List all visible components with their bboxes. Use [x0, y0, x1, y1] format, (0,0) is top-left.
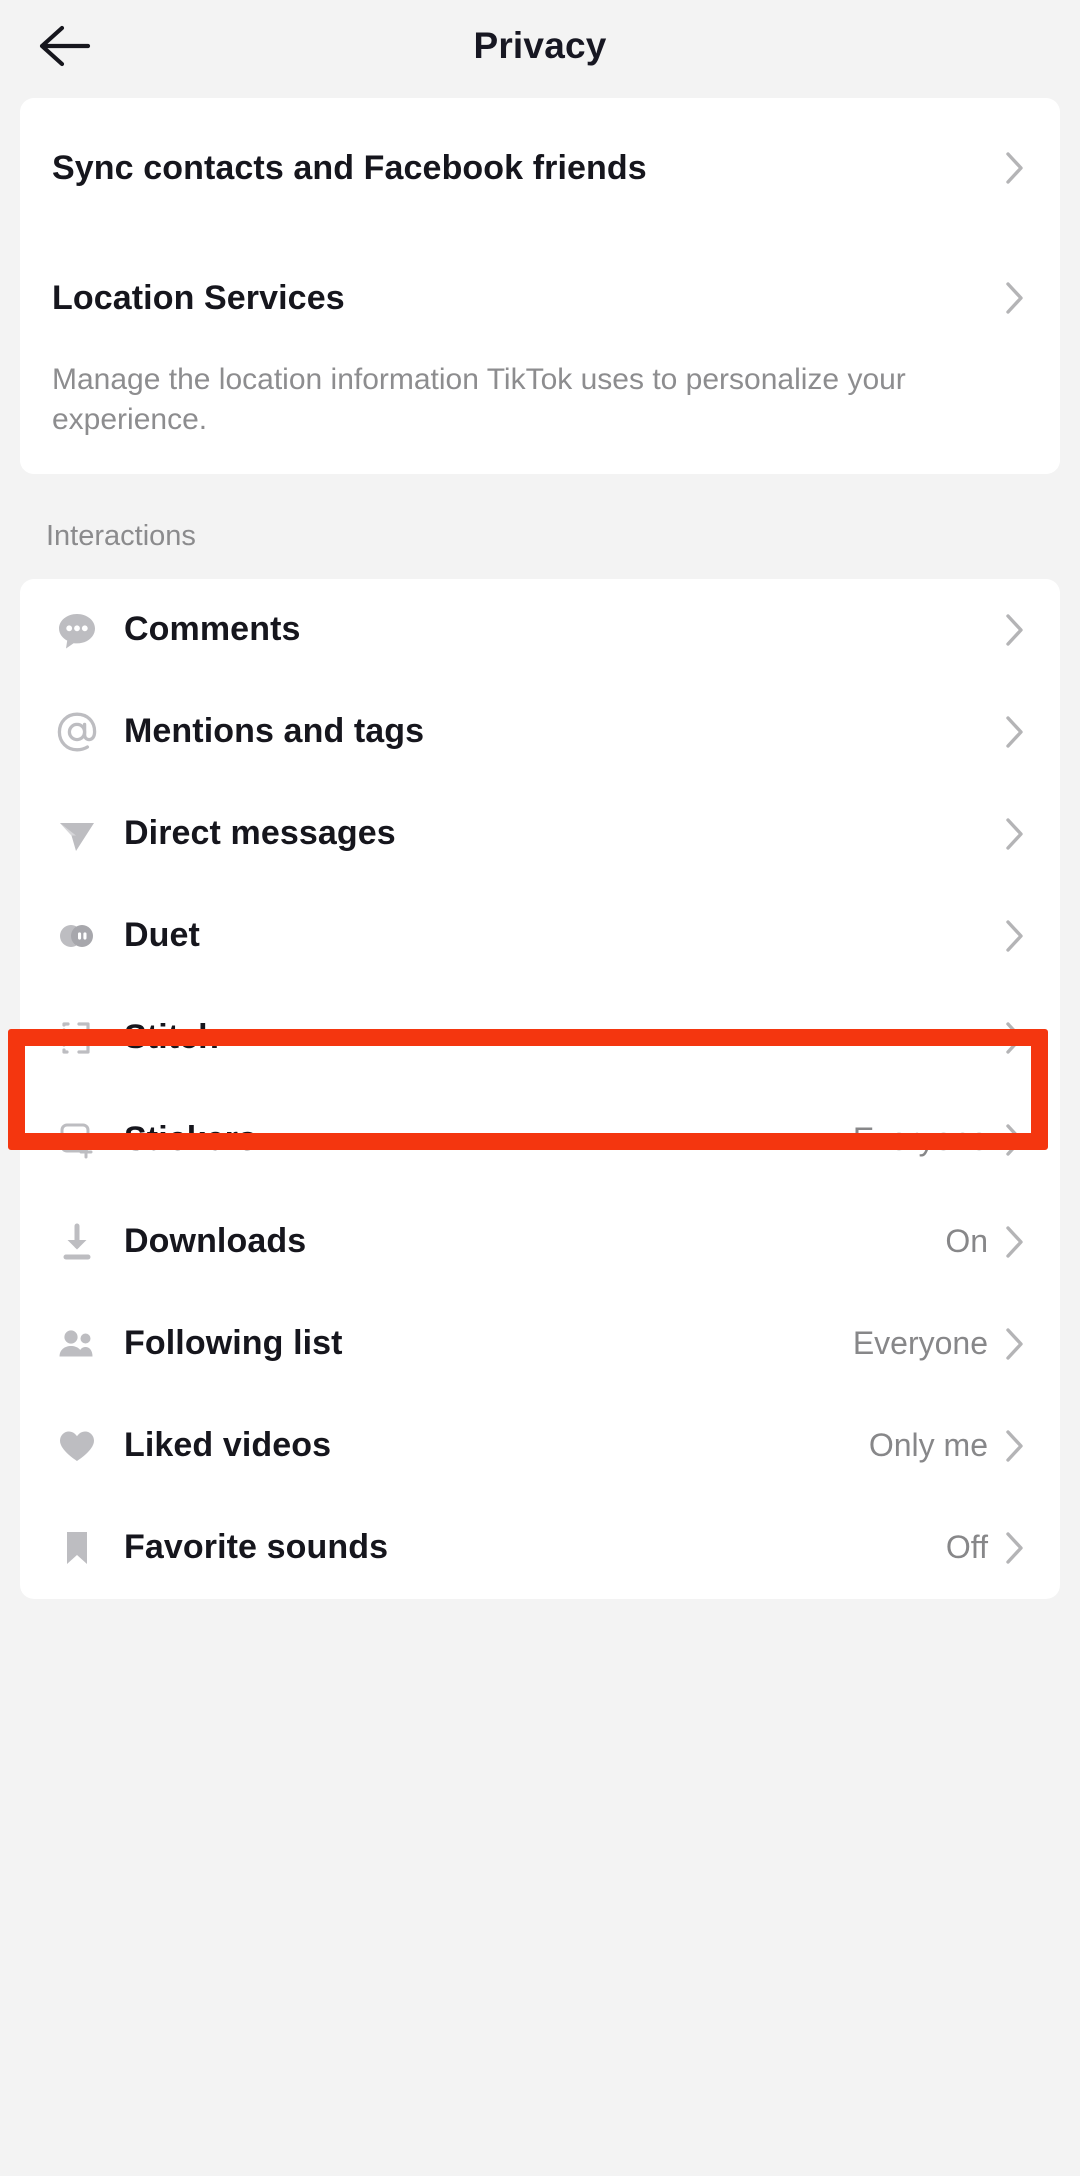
- back-button[interactable]: [34, 15, 96, 77]
- row-stitch[interactable]: Stitch: [20, 987, 1060, 1089]
- download-arrow-icon: [52, 1217, 102, 1267]
- chevron-right-icon: [1004, 919, 1026, 953]
- row-label: Liked videos: [124, 1426, 869, 1465]
- row-label: Sync contacts and Facebook friends: [52, 149, 1004, 188]
- row-duet[interactable]: Duet: [20, 885, 1060, 987]
- row-label: Downloads: [124, 1222, 945, 1261]
- row-following-list[interactable]: Following list Everyone: [20, 1293, 1060, 1395]
- row-label: Favorite sounds: [124, 1528, 946, 1567]
- chevron-right-icon: [1004, 817, 1026, 851]
- row-label: Following list: [124, 1324, 853, 1363]
- row-sync-contacts[interactable]: Sync contacts and Facebook friends: [20, 98, 1060, 238]
- chevron-right-icon: [1004, 1021, 1026, 1055]
- bookmark-icon: [52, 1523, 102, 1573]
- row-value: Only me: [869, 1427, 988, 1464]
- row-label: Stickers: [124, 1120, 853, 1159]
- chevron-right-icon: [1004, 1429, 1026, 1463]
- comment-bubble-icon: [52, 605, 102, 655]
- page-title: Privacy: [473, 25, 606, 67]
- duet-circles-icon: [52, 911, 102, 961]
- row-label: Mentions and tags: [124, 712, 988, 751]
- row-downloads[interactable]: Downloads On: [20, 1191, 1060, 1293]
- stitch-bracket-icon: [52, 1013, 102, 1063]
- paper-plane-icon: [52, 809, 102, 859]
- row-label: Comments: [124, 610, 988, 649]
- row-label: Location Services: [52, 279, 1004, 318]
- row-direct-messages[interactable]: Direct messages: [20, 783, 1060, 885]
- chevron-right-icon: [1004, 613, 1026, 647]
- row-value: Everyone: [853, 1121, 988, 1158]
- sticker-smiley-icon: [52, 1115, 102, 1165]
- row-value: Everyone: [853, 1325, 988, 1362]
- chevron-right-icon: [1004, 1327, 1026, 1361]
- at-sign-icon: [52, 707, 102, 757]
- location-services-description: Manage the location information TikTok u…: [20, 358, 1060, 474]
- chevron-right-icon: [1004, 151, 1026, 185]
- privacy-settings-screen: Privacy Sync contacts and Facebook frien…: [0, 0, 1080, 2176]
- section-title-interactions: Interactions: [0, 474, 1080, 579]
- row-label: Stitch: [124, 1018, 988, 1057]
- chevron-right-icon: [1004, 1123, 1026, 1157]
- row-favorite-sounds[interactable]: Favorite sounds Off: [20, 1497, 1060, 1599]
- row-value: On: [945, 1223, 988, 1260]
- row-location-services[interactable]: Location Services: [20, 238, 1060, 358]
- row-comments[interactable]: Comments: [20, 579, 1060, 681]
- chevron-right-icon: [1004, 715, 1026, 749]
- row-liked-videos[interactable]: Liked videos Only me: [20, 1395, 1060, 1497]
- people-icon: [52, 1319, 102, 1369]
- row-label: Duet: [124, 916, 988, 955]
- chevron-right-icon: [1004, 281, 1026, 315]
- row-mentions-and-tags[interactable]: Mentions and tags: [20, 681, 1060, 783]
- heart-icon: [52, 1421, 102, 1471]
- row-value: Off: [946, 1529, 988, 1566]
- chevron-right-icon: [1004, 1225, 1026, 1259]
- privacy-top-card: Sync contacts and Facebook friends Locat…: [20, 98, 1060, 474]
- header-bar: Privacy: [0, 0, 1080, 92]
- arrow-left-icon: [38, 25, 92, 67]
- interactions-card: Comments Mentions and tags: [20, 579, 1060, 1599]
- row-stickers[interactable]: Stickers Everyone: [20, 1089, 1060, 1191]
- row-label: Direct messages: [124, 814, 988, 853]
- chevron-right-icon: [1004, 1531, 1026, 1565]
